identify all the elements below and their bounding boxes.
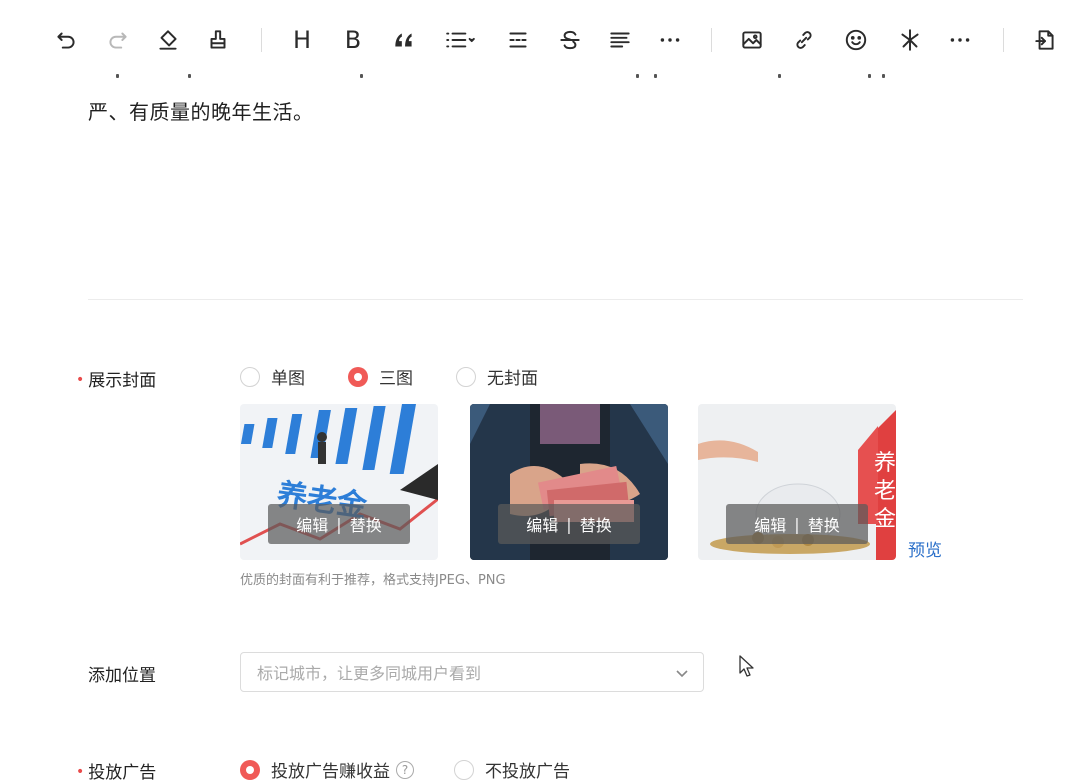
article-body-text[interactable]: 严、有质量的晚年生活。	[88, 96, 314, 125]
overlay-separator: |	[566, 514, 572, 534]
cover-image-3[interactable]: 养 老 金 编辑 | 替换	[698, 404, 896, 560]
edit-cover-button[interactable]: 编辑	[526, 512, 558, 536]
radio-label: 无封面	[487, 369, 538, 389]
cover-edit-overlay[interactable]: 编辑 | 替换	[726, 504, 868, 544]
required-marker: •	[76, 372, 85, 388]
radio-circle	[454, 759, 474, 780]
insert-doc-icon[interactable]	[1027, 22, 1063, 58]
emoji-icon[interactable]	[838, 22, 874, 58]
ads-label: • 投放广告	[76, 763, 157, 782]
undo-icon[interactable]	[48, 22, 84, 58]
divider-icon[interactable]	[500, 22, 536, 58]
cover-option-single[interactable]: 单图	[240, 364, 305, 389]
pension-vertical-text: 老	[874, 479, 896, 504]
editor-toolbar: H B	[0, 0, 1080, 80]
redo-icon[interactable]	[100, 22, 136, 58]
radio-circle	[240, 366, 260, 387]
link-icon[interactable]	[786, 22, 822, 58]
toolbar-separator	[711, 28, 712, 52]
location-label: 添加位置	[88, 666, 156, 686]
preview-link[interactable]: 预览	[908, 536, 942, 561]
ads-option-enable[interactable]: 投放广告赚收益 ?	[240, 757, 414, 782]
sparkle-icon[interactable]	[892, 22, 928, 58]
radio-label: 不投放广告	[485, 762, 570, 782]
overlay-separator: |	[336, 514, 342, 534]
edit-cover-button[interactable]: 编辑	[754, 512, 786, 536]
replace-cover-button[interactable]: 替换	[808, 512, 840, 536]
radio-circle	[348, 366, 368, 387]
cover-image-2[interactable]: 编辑 | 替换	[470, 404, 668, 560]
cover-hint-text: 优质的封面有利于推荐，格式支持JPEG、PNG	[240, 573, 506, 588]
quote-icon[interactable]	[386, 22, 422, 58]
ads-option-disable[interactable]: 不投放广告	[454, 757, 570, 782]
toolbar-separator	[1003, 28, 1004, 52]
previous-line-fragment	[88, 70, 988, 80]
section-divider	[88, 299, 1023, 300]
heading-icon[interactable]: H	[284, 22, 320, 58]
required-marker: •	[76, 764, 85, 780]
cover-option-three[interactable]: 三图	[348, 364, 413, 389]
mouse-cursor-icon	[739, 655, 754, 677]
pension-vertical-text: 养	[874, 451, 896, 476]
location-placeholder: 标记城市，让更多同城用户看到	[257, 664, 482, 683]
replace-cover-button[interactable]: 替换	[580, 512, 612, 536]
replace-cover-button[interactable]: 替换	[350, 512, 382, 536]
radio-circle	[456, 366, 476, 387]
cover-edit-overlay[interactable]: 编辑 | 替换	[498, 504, 640, 544]
radio-circle	[240, 759, 260, 780]
radio-label: 投放广告赚收益	[271, 762, 390, 782]
strikethrough-icon[interactable]	[552, 22, 588, 58]
cover-label: • 展示封面	[76, 371, 157, 391]
cover-option-none[interactable]: 无封面	[456, 364, 538, 389]
radio-label: 三图	[379, 369, 413, 389]
location-select[interactable]: 标记城市，让更多同城用户看到	[240, 652, 704, 692]
more-icon[interactable]	[942, 22, 978, 58]
cover-image-1[interactable]: 养老金 编辑 | 替换	[240, 404, 438, 560]
image-icon[interactable]	[734, 22, 770, 58]
chevron-down-icon	[675, 665, 689, 679]
bold-icon[interactable]: B	[335, 22, 371, 58]
eraser-icon[interactable]	[150, 22, 186, 58]
more-icon[interactable]	[652, 22, 688, 58]
cover-edit-overlay[interactable]: 编辑 | 替换	[268, 504, 410, 544]
format-painter-icon[interactable]	[200, 22, 236, 58]
radio-label: 单图	[271, 369, 305, 389]
toolbar-separator	[261, 28, 262, 52]
help-icon[interactable]: ?	[396, 760, 414, 779]
pension-vertical-text: 金	[874, 507, 896, 532]
edit-cover-button[interactable]: 编辑	[296, 512, 328, 536]
align-icon[interactable]	[602, 22, 638, 58]
list-icon[interactable]	[442, 22, 478, 58]
overlay-separator: |	[794, 514, 800, 534]
